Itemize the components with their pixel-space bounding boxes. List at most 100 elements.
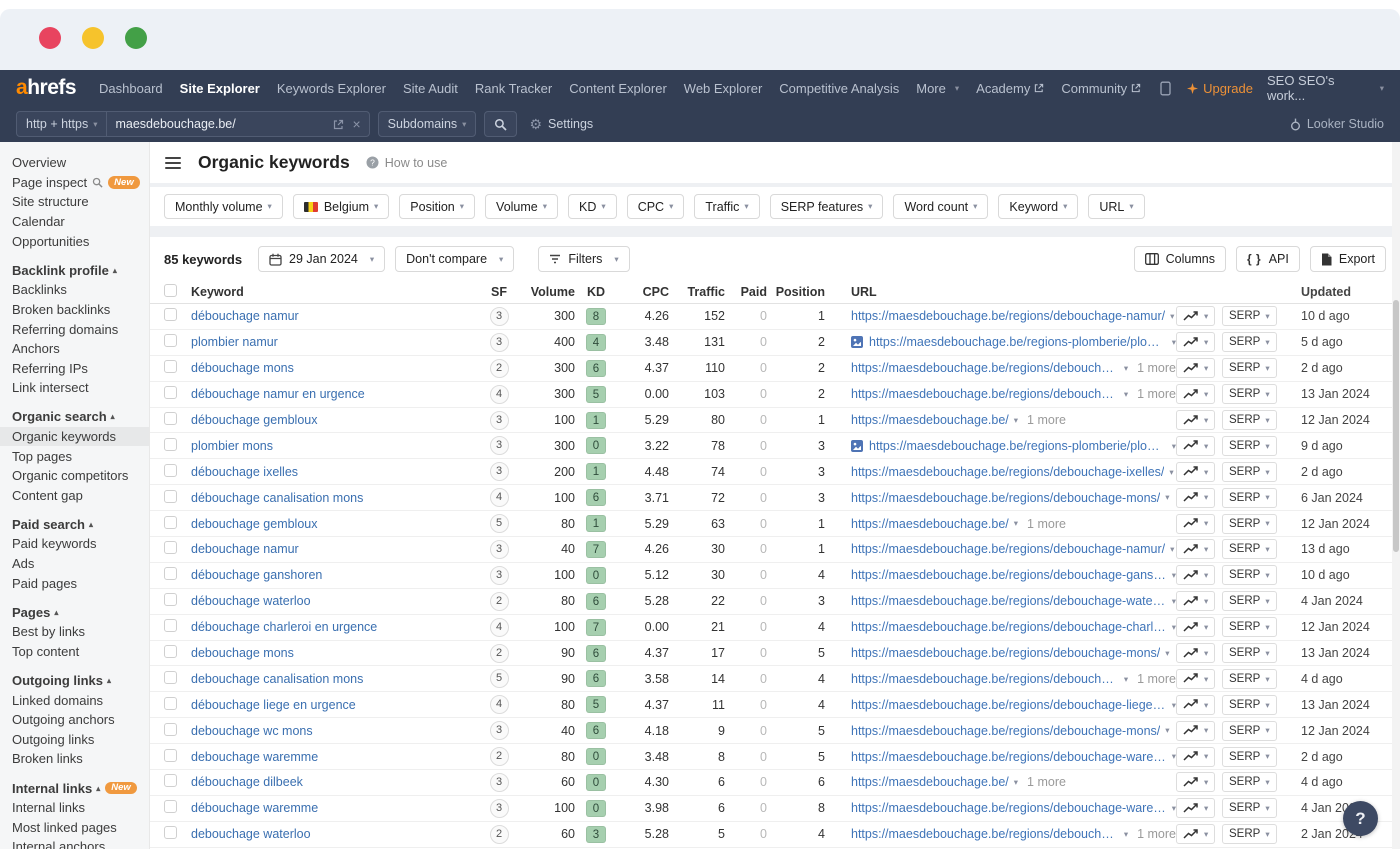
serp-button[interactable]: SERP▾ [1222,306,1277,326]
url-link[interactable]: https://maesdebouchage.be/ [851,413,1009,427]
filter-kd[interactable]: KD▾ [568,194,617,219]
keyword-link[interactable]: debouchage canalisation mons [191,672,363,686]
position-history-chart-button[interactable]: ▾ [1176,747,1215,767]
col-header-volume[interactable]: Volume [519,285,575,299]
sidebar-item-paid-pages[interactable]: Paid pages [12,573,149,593]
serp-button[interactable]: SERP▾ [1222,565,1277,585]
url-link[interactable]: https://maesdebouchage.be/regions/debouc… [851,361,1119,375]
serp-button[interactable]: SERP▾ [1222,721,1277,741]
filter-volume[interactable]: Volume▾ [485,194,558,219]
row-checkbox[interactable] [164,619,177,632]
sidebar-item-site-structure[interactable]: Site structure [12,192,149,212]
col-header-kd[interactable]: KD [575,285,617,299]
filter-position[interactable]: Position▾ [399,194,475,219]
keyword-link[interactable]: débouchage gembloux [191,413,318,427]
sidebar-item-anchors[interactable]: Anchors [12,339,149,359]
keyword-link[interactable]: débouchage mons [191,361,294,375]
sidebar-item-backlinks[interactable]: Backlinks [12,280,149,300]
clear-input-icon[interactable]: × [352,117,360,131]
keyword-link[interactable]: débouchage waremme [191,801,318,815]
nav-item-rank-tracker[interactable]: Rank Tracker [475,81,552,96]
sidebar-item-organic-keywords[interactable]: Organic keywords [0,427,150,447]
row-checkbox[interactable] [164,308,177,321]
url-link[interactable]: https://maesdebouchage.be/regions/debouc… [851,750,1167,764]
position-history-chart-button[interactable]: ▾ [1176,410,1215,430]
account-menu[interactable]: SEO SEO's work...▾ [1267,73,1384,103]
sidebar-section-pages[interactable]: Pages▴ [12,602,149,622]
position-history-chart-button[interactable]: ▾ [1176,539,1215,559]
keyword-link[interactable]: débouchage dilbeek [191,775,303,789]
keyword-link[interactable]: débouchage canalisation mons [191,491,363,505]
filter-traffic[interactable]: Traffic▾ [694,194,759,219]
filter-url[interactable]: URL▾ [1088,194,1144,219]
url-link[interactable]: https://maesdebouchage.be/regions/debouc… [851,724,1160,738]
position-history-chart-button[interactable]: ▾ [1176,617,1215,637]
more-urls-link[interactable]: 1 more [1137,387,1176,401]
position-history-chart-button[interactable]: ▾ [1176,643,1215,663]
sidebar-section-backlink-profile[interactable]: Backlink profile▴ [12,260,149,280]
window-close-button[interactable] [39,27,61,49]
row-checkbox[interactable] [164,412,177,425]
url-link[interactable]: https://maesdebouchage.be/regions/debouc… [851,827,1119,841]
col-header-position[interactable]: Position [767,285,825,299]
serp-button[interactable]: SERP▾ [1222,332,1277,352]
more-urls-link[interactable]: 1 more [1137,827,1176,841]
sidebar-item-calendar[interactable]: Calendar [12,212,149,232]
col-header-paid[interactable]: Paid [725,285,767,299]
api-button[interactable]: { }API [1236,246,1300,272]
row-checkbox[interactable] [164,541,177,554]
serp-button[interactable]: SERP▾ [1222,384,1277,404]
position-history-chart-button[interactable]: ▾ [1176,824,1215,844]
position-history-chart-button[interactable]: ▾ [1176,332,1215,352]
url-link[interactable]: https://maesdebouchage.be/regions/debouc… [851,542,1165,556]
sidebar-item-most-linked-pages[interactable]: Most linked pages [12,817,149,837]
sidebar-item-top-pages[interactable]: Top pages [12,446,149,466]
ahrefs-logo[interactable]: ahrefs [16,76,76,100]
keyword-link[interactable]: debouchage mons [191,646,294,660]
serp-button[interactable]: SERP▾ [1222,436,1277,456]
serp-button[interactable]: SERP▾ [1222,772,1277,792]
row-checkbox[interactable] [164,386,177,399]
filter-keyword[interactable]: Keyword▾ [998,194,1078,219]
row-checkbox[interactable] [164,464,177,477]
sidebar-item-internal-links[interactable]: Internal links [12,798,149,818]
sidebar-item-referring-ips[interactable]: Referring IPs [12,358,149,378]
sidebar-item-linked-domains[interactable]: Linked domains [12,690,149,710]
serp-button[interactable]: SERP▾ [1222,462,1277,482]
keyword-link[interactable]: débouchage ixelles [191,465,298,479]
url-link[interactable]: https://maesdebouchage.be/regions/debouc… [851,646,1160,660]
keyword-link[interactable]: debouchage gembloux [191,517,318,531]
sidebar-item-best-by-links[interactable]: Best by links [12,622,149,642]
col-header-sf[interactable]: SF [479,285,519,299]
keyword-link[interactable]: plombier mons [191,439,273,453]
sidebar-item-referring-domains[interactable]: Referring domains [12,319,149,339]
serp-button[interactable]: SERP▾ [1222,358,1277,378]
date-picker[interactable]: 29 Jan 2024▾ [258,246,385,272]
settings-button[interactable]: ⚙Settings [529,116,593,133]
nav-item-content-explorer[interactable]: Content Explorer [569,81,667,96]
row-checkbox[interactable] [164,645,177,658]
url-link[interactable]: https://maesdebouchage.be/regions/debouc… [851,620,1167,634]
upgrade-button[interactable]: Upgrade [1187,81,1253,96]
filter-monthly-volume[interactable]: Monthly volume▾ [164,194,283,219]
window-zoom-button[interactable] [125,27,147,49]
scope-selector[interactable]: Subdomains▾ [378,111,477,137]
row-checkbox[interactable] [164,438,177,451]
position-history-chart-button[interactable]: ▾ [1176,436,1215,456]
position-history-chart-button[interactable]: ▾ [1176,591,1215,611]
col-header-keyword[interactable]: Keyword [191,285,479,299]
keyword-link[interactable]: débouchage charleroi en urgence [191,620,377,634]
target-input[interactable]: maesdebouchage.be/ [107,117,325,131]
url-link[interactable]: https://maesdebouchage.be/regions/debouc… [851,465,1164,479]
url-link[interactable]: https://maesdebouchage.be/regions/debouc… [851,387,1119,401]
serp-button[interactable]: SERP▾ [1222,488,1277,508]
serp-button[interactable]: SERP▾ [1222,747,1277,767]
keyword-link[interactable]: débouchage liege en urgence [191,698,356,712]
col-header-traffic[interactable]: Traffic [669,285,725,299]
serp-button[interactable]: SERP▾ [1222,669,1277,689]
keyword-link[interactable]: debouchage wc mons [191,724,313,738]
sidebar-section-paid-search[interactable]: Paid search▴ [12,515,149,535]
sidebar-item-outgoing-links[interactable]: Outgoing links [12,730,149,750]
sidebar-item-paid-keywords[interactable]: Paid keywords [12,534,149,554]
keyword-link[interactable]: debouchage waremme [191,750,318,764]
